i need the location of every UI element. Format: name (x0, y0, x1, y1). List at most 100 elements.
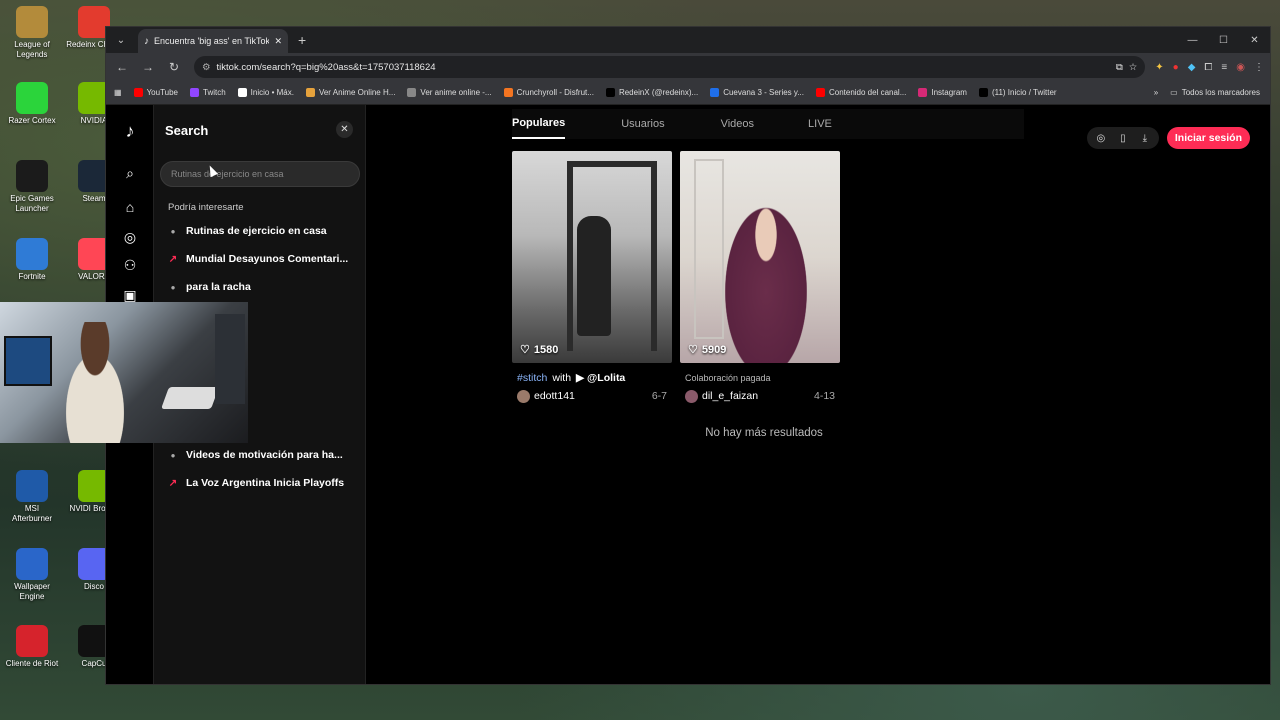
tiktok-logo-icon[interactable]: ♪ (120, 121, 140, 141)
forward-icon[interactable]: → (138, 57, 158, 77)
search-input[interactable] (160, 161, 360, 187)
url-text: tiktok.com/search?q=big%20ass&t=17570371… (216, 61, 436, 73)
address-bar[interactable]: ⚙ tiktok.com/search?q=big%20ass&t=175703… (194, 56, 1146, 78)
author[interactable]: edott141 (517, 389, 575, 403)
maximize-icon[interactable]: ☐ (1208, 27, 1239, 53)
video-caption: Colaboración pagada (680, 369, 840, 387)
download-icon[interactable]: ⤓ (1137, 130, 1153, 146)
trending-icon: ↗ (168, 253, 178, 265)
browser-tab[interactable]: ♪ Encuentra 'big ass' en TikTok | T ✕ (138, 29, 288, 53)
suggestion-item[interactable]: ● para la racha (168, 277, 357, 297)
no-more-results: No hay más resultados (705, 427, 823, 439)
bookmark-item[interactable]: Ver Anime Online H... (305, 88, 395, 97)
bookmark-item[interactable]: Twitch (190, 88, 226, 97)
close-window-icon[interactable]: ✕ (1239, 27, 1270, 53)
bookmark-label: Twitch (203, 88, 226, 97)
home-icon[interactable]: ⌂ (120, 197, 140, 217)
following-icon[interactable]: ⚇ (120, 255, 140, 275)
bookmarks-more[interactable]: » (1154, 88, 1158, 97)
heart-icon: ♡ (520, 344, 530, 356)
site-info-icon[interactable]: ⚙ (202, 62, 211, 73)
suggestion-item[interactable]: ● Rutinas de ejercicio en casa (168, 221, 357, 241)
bookmark-item[interactable]: Instagram (918, 88, 967, 97)
desktop-icon-league[interactable]: League of Legends (4, 6, 60, 60)
bookmark-favicon-icon (978, 88, 988, 97)
bookmark-item[interactable]: Crunchyroll - Disfrut... (503, 88, 594, 97)
bookmark-item[interactable]: RedeinX (@redeinx)... (605, 88, 698, 97)
coins-icon[interactable]: ◎ (1093, 130, 1109, 146)
tab-search-icon[interactable]: ⌄ (112, 31, 130, 49)
back-icon[interactable]: ← (112, 57, 132, 77)
video-meta: dil_e_faizan 4-13 (680, 387, 840, 405)
video-card[interactable]: ♡ 5909 Colaboración pagada dil_e_faizan 4… (680, 151, 840, 405)
close-search-icon[interactable]: ✕ (336, 121, 353, 138)
tiktok-page: ♪ ⌕ ⌂ ◎ ⚇ ▣ Search ✕ Podría interesarte … (106, 105, 1270, 684)
desktop-icon-wallpaper[interactable]: Wallpaper Engine (4, 548, 60, 602)
webcam-person (50, 322, 140, 443)
post-date: 4-13 (813, 390, 835, 402)
tab-videos[interactable]: Videos (721, 109, 754, 139)
explore-icon[interactable]: ◎ (120, 227, 140, 247)
hashtag-link[interactable]: #stitch (517, 372, 547, 384)
desktop-icon-msi[interactable]: MSI Afterburner (4, 470, 60, 524)
webcam-monitor-2 (215, 314, 245, 404)
extensions-puzzle-icon[interactable]: ⧠ (1204, 62, 1212, 73)
media-icon[interactable]: ≡ (1221, 62, 1227, 73)
bookmark-label: Inicio • Máx. (250, 88, 294, 97)
extension-icon-1[interactable]: ✦ (1155, 62, 1163, 73)
desktop-icon-epic[interactable]: Epic Games Launcher (4, 160, 60, 214)
bullet-icon: ● (170, 282, 176, 292)
bookmarks-bar: ▦ YouTube Twitch Inicio • Máx. Ver Anime On… (106, 81, 1270, 105)
bookmark-item[interactable]: Contenido del canal... (815, 88, 906, 97)
desktop-icon-razer[interactable]: Razer Cortex (4, 82, 60, 126)
bookmark-label: Ver anime online -... (420, 88, 492, 97)
tab-populares[interactable]: Populares (512, 109, 566, 139)
desktop-icon-label: Epic Games Launcher (10, 194, 54, 213)
mention-link[interactable]: ▶ @Lolita (576, 372, 625, 384)
suggestion-item[interactable]: ● Videos de motivación para ha... (168, 445, 357, 465)
extension-icon-2[interactable]: ● (1173, 62, 1179, 73)
login-button[interactable]: Iniciar sesión (1166, 127, 1250, 149)
suggestion-item[interactable]: ↗ La Voz Argentina Inicia Playoffs (168, 473, 357, 493)
bookmark-item[interactable]: Ver anime online -... (407, 88, 492, 97)
new-tab-icon[interactable]: + (298, 32, 306, 48)
install-icon[interactable]: ⧉ (1116, 62, 1123, 73)
fortnite-icon (16, 238, 48, 270)
tab-live[interactable]: LIVE (808, 109, 832, 139)
extension-icon-3[interactable]: ◆ (1188, 62, 1196, 73)
minimize-icon[interactable]: — (1177, 27, 1208, 53)
menu-kebab-icon[interactable]: ⋮ (1254, 62, 1264, 73)
search-icon[interactable]: ⌕ (120, 163, 140, 183)
suggestion-text: para la racha (186, 281, 251, 293)
app-actions-pill: ◎ ▯ ⤓ (1086, 127, 1159, 149)
results-tabs: Populares Usuarios Videos LIVE (512, 109, 1024, 139)
league-icon (16, 6, 48, 38)
suggestion-item[interactable]: ↗ Mundial Desayunos Comentari... (168, 249, 357, 269)
bullet-icon: ● (170, 450, 176, 460)
tab-usuarios[interactable]: Usuarios (621, 109, 664, 139)
suggest-heading: Podría interesarte (168, 202, 244, 213)
star-icon[interactable]: ☆ (1129, 62, 1138, 73)
extensions-area: ✦ ● ◆ ⧠ ≡ ◉ ⋮ (1155, 62, 1264, 73)
desktop-icon-riot[interactable]: Cliente de Riot (4, 625, 60, 669)
author[interactable]: dil_e_faizan (685, 389, 758, 403)
bookmark-favicon-icon (407, 88, 417, 97)
video-thumbnail[interactable]: ♡ 1580 (512, 151, 672, 363)
profile-avatar-icon[interactable]: ◉ (1236, 62, 1245, 73)
mobile-icon[interactable]: ▯ (1115, 130, 1131, 146)
top-right-actions: ◎ ▯ ⤓ Iniciar sesión (1086, 127, 1250, 149)
desktop-icon-label: League of Legends (14, 40, 50, 59)
bookmark-item[interactable]: (11) Inicio / Twitter (978, 88, 1057, 97)
desktop-icon-label: Cliente de Riot (5, 659, 59, 668)
all-bookmarks[interactable]: ▭ Todos los marcadores (1170, 88, 1260, 97)
tab-title: Encuentra 'big ass' en TikTok | T (154, 36, 270, 46)
tab-close-icon[interactable]: ✕ (274, 36, 282, 47)
desktop-icon-fortnite[interactable]: Fortnite (4, 238, 60, 282)
bookmark-item[interactable]: Cuevana 3 - Series y... (710, 88, 804, 97)
bookmark-item[interactable]: YouTube (133, 88, 178, 97)
video-card[interactable]: ♡ 1580 #stitch with ▶ @Lolita edott141 6-… (512, 151, 672, 405)
apps-grid-icon[interactable]: ▦ (114, 88, 122, 97)
reload-icon[interactable]: ↻ (164, 57, 184, 77)
video-thumbnail[interactable]: ♡ 5909 (680, 151, 840, 363)
bookmark-item[interactable]: Inicio • Máx. (237, 88, 294, 97)
